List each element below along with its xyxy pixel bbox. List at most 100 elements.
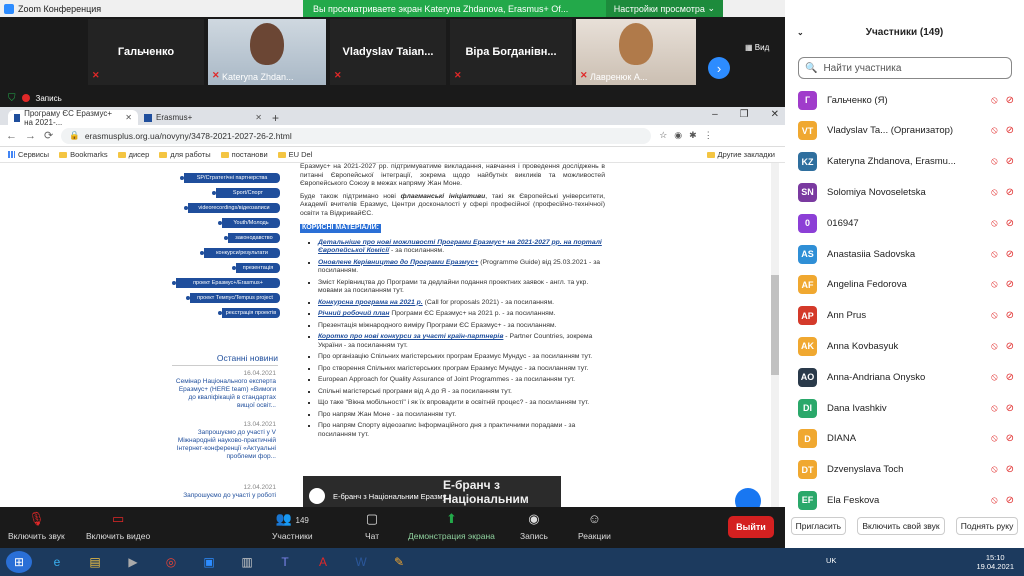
bookmark[interactable]: постанови	[220, 150, 268, 159]
video-tile[interactable]: Гальченко ✕	[88, 19, 204, 85]
star-icon[interactable]: ☆	[659, 130, 667, 141]
bookmark[interactable]: для работы	[159, 150, 211, 159]
material-item[interactable]: Презентація міжнародного виміру Програми…	[318, 322, 605, 331]
participant-row[interactable]: AP Ann Prus ⦸ ⊘	[785, 301, 1024, 331]
word-icon[interactable]: W	[348, 551, 374, 573]
explorer-icon[interactable]: ▤	[82, 551, 108, 573]
record-button[interactable]: ◉ Запись	[520, 511, 548, 541]
participant-row[interactable]: SN Solomiya Novoseletska ⦸ ⊘	[785, 177, 1024, 207]
messenger-icon[interactable]	[735, 488, 761, 507]
participants-button[interactable]: 👥 149 Участники	[272, 511, 313, 541]
nav-pill[interactable]: SP/Стратегічні партнерства	[180, 173, 280, 183]
start-video-button[interactable]: ▭ Включить видео	[86, 511, 150, 541]
pdf-icon[interactable]: A	[310, 551, 336, 573]
start-icon[interactable]: ⊞	[6, 551, 32, 573]
participant-search-input[interactable]: 🔍 Найти участника	[798, 57, 1012, 79]
nav-pill[interactable]: реєстрація проектів	[218, 308, 280, 318]
material-item[interactable]: Оновлене Керівництво до Програми Еразмус…	[318, 259, 605, 276]
material-item[interactable]: Конкурсна програма на 2021 р. (Call for …	[318, 299, 605, 308]
news-item[interactable]: 12.04.2021 Запрошуємо до участі у роботі	[172, 484, 276, 500]
participant-row[interactable]: DI Dana Ivashkiv ⦸ ⊘	[785, 393, 1024, 423]
extension-icon[interactable]: ◉	[674, 130, 682, 141]
puzzle-icon[interactable]: ✱	[689, 130, 697, 141]
view-button[interactable]: ▦ Вид	[745, 43, 769, 52]
participant-row[interactable]: AS Anastasiia Sadovska ⦸ ⊘	[785, 239, 1024, 269]
reload-icon[interactable]: ⟳	[44, 129, 53, 142]
participant-row[interactable]: VT Vladyslav Ta... (Организатор) ⦸ ⊘	[785, 116, 1024, 146]
system-clock[interactable]: 15:10 19.04.2021	[976, 553, 1014, 571]
bookmark[interactable]: Bookmarks	[59, 150, 108, 159]
material-item[interactable]: Спільні магістерські програми від А до Я…	[318, 388, 605, 397]
participant-row[interactable]: Г Гальченко (Я) ⦸ ⊘	[785, 85, 1024, 115]
bookmark[interactable]: EU Del	[277, 150, 312, 159]
material-item[interactable]: European Approach for Quality Assurance …	[318, 376, 605, 385]
minimize-icon[interactable]: –	[712, 109, 718, 120]
url-field[interactable]: 🔒 erasmusplus.org.ua/novyny/3478-2021-202…	[61, 127, 652, 144]
material-link[interactable]: Конкурсна програма на 2021 р.	[318, 299, 423, 306]
nav-pill[interactable]: законодавство	[224, 233, 280, 243]
nav-pill[interactable]: videorecordings/відеозаписи	[184, 203, 280, 213]
video-tile[interactable]: ✕ Лавренюк А...	[576, 19, 696, 85]
participant-row[interactable]: AO Anna-Andriana Onysko ⦸ ⊘	[785, 362, 1024, 392]
material-item[interactable]: Детальніше про нові можливості Програми …	[318, 239, 605, 256]
nav-pill[interactable]: проект Еразмус+/Erasmus+	[172, 278, 280, 288]
scroll-thumb[interactable]	[771, 275, 779, 375]
other-bookmarks[interactable]: Другие закладки	[706, 150, 775, 159]
close-icon[interactable]: ✕	[125, 113, 132, 122]
nav-pill[interactable]: конкурси/результати	[200, 248, 280, 258]
participant-row[interactable]: 0 016947 ⦸ ⊘	[785, 208, 1024, 238]
browser-tab[interactable]: Програму ЄС Еразмус+ на 2021-... ✕	[8, 109, 138, 127]
video-tile[interactable]: Vladyslav Taian... ✕	[330, 19, 446, 85]
material-item[interactable]: Про організацію Спільних магістерських п…	[318, 353, 605, 362]
participant-row[interactable]: D DIANA ⦸ ⊘	[785, 424, 1024, 454]
material-item[interactable]: Зміст Керівництва до Програми та дедлайн…	[318, 279, 605, 296]
next-page-icon[interactable]: ›	[708, 57, 730, 79]
participant-row[interactable]: DT Dzvenyslava Toch ⦸ ⊘	[785, 455, 1024, 485]
embedded-video[interactable]: Е-бранч з Національним Е-бранч з Націона…	[303, 476, 561, 507]
invite-button[interactable]: Пригласить	[790, 517, 847, 535]
material-item[interactable]: Про створення Спільних магістерських про…	[318, 365, 605, 374]
video-tile[interactable]: ✕ Kateryna Zhdan...	[208, 19, 326, 85]
nav-pill[interactable]: Youth/Молодь	[218, 218, 280, 228]
notepad-icon[interactable]: ▥	[234, 551, 260, 573]
teams-icon[interactable]: T	[272, 551, 298, 573]
ie-icon[interactable]: e	[44, 551, 70, 573]
maximize-icon[interactable]: ❐	[740, 109, 749, 120]
nav-pill[interactable]: проект Темпус/Tempus project	[186, 293, 280, 303]
zoom-icon[interactable]: ▣	[196, 551, 222, 573]
news-item[interactable]: 16.04.2021 Семінар Національного експерта…	[172, 370, 276, 410]
chevron-down-icon[interactable]: ⌄	[797, 28, 804, 37]
raise-hand-button[interactable]: Поднять руку	[955, 517, 1019, 535]
leave-button[interactable]: Выйти	[728, 516, 774, 538]
media-icon[interactable]: ▶	[120, 551, 146, 573]
close-window-icon[interactable]: ✕	[771, 109, 779, 120]
view-options-button[interactable]: Настройки просмотра ⌄	[605, 0, 723, 17]
page-scrollbar[interactable]	[771, 163, 779, 507]
nav-pill[interactable]: Sport/Спорт	[212, 188, 280, 198]
paint-icon[interactable]: ✎	[386, 551, 412, 573]
video-tile[interactable]: Віра Богданівн... ✕	[450, 19, 572, 85]
browser-tab[interactable]: Erasmus+ ✕	[138, 110, 268, 125]
material-item[interactable]: Річний робочий план Програми ЄС Еразмус+…	[318, 310, 605, 319]
material-link[interactable]: Коротко про нові конкурси за участі краї…	[318, 333, 503, 340]
bookmark[interactable]: Сервисы	[8, 150, 49, 159]
nav-pill[interactable]: презентація	[232, 263, 280, 273]
unmute-me-button[interactable]: Включить свой звук	[857, 517, 945, 535]
language-indicator[interactable]: UK	[826, 556, 836, 565]
forward-icon[interactable]: →	[25, 130, 36, 142]
participant-row[interactable]: KZ Kateryna Zhdanova, Erasmu... ⦸ ⊘	[785, 147, 1024, 177]
unmute-button[interactable]: 🎙 Включить звук	[8, 511, 65, 541]
chrome-icon[interactable]: ◎	[158, 551, 184, 573]
participant-row[interactable]: AF Angelina Fedorova ⦸ ⊘	[785, 270, 1024, 300]
material-item[interactable]: Що таке "Вікна мобільності" і як їх впро…	[318, 399, 605, 408]
new-tab-icon[interactable]: +	[268, 111, 284, 125]
material-item[interactable]: Коротко про нові конкурси за участі краї…	[318, 333, 605, 350]
menu-icon[interactable]: ⋮	[704, 130, 713, 141]
news-item[interactable]: 13.04.2021 Запрошуємо до участі у V Міжна…	[172, 421, 276, 461]
material-link[interactable]: Річний робочий план	[318, 310, 389, 317]
material-link[interactable]: Детальніше про нові можливості Програми …	[318, 239, 602, 255]
material-item[interactable]: Про напрям Спорту відеозапис Інформаційн…	[318, 422, 605, 439]
participant-row[interactable]: EF Ela Feskova ⦸ ⊘	[785, 485, 1024, 515]
close-icon[interactable]: ✕	[255, 113, 262, 122]
share-screen-button[interactable]: ⬆ Демонстрация экрана	[408, 511, 495, 541]
